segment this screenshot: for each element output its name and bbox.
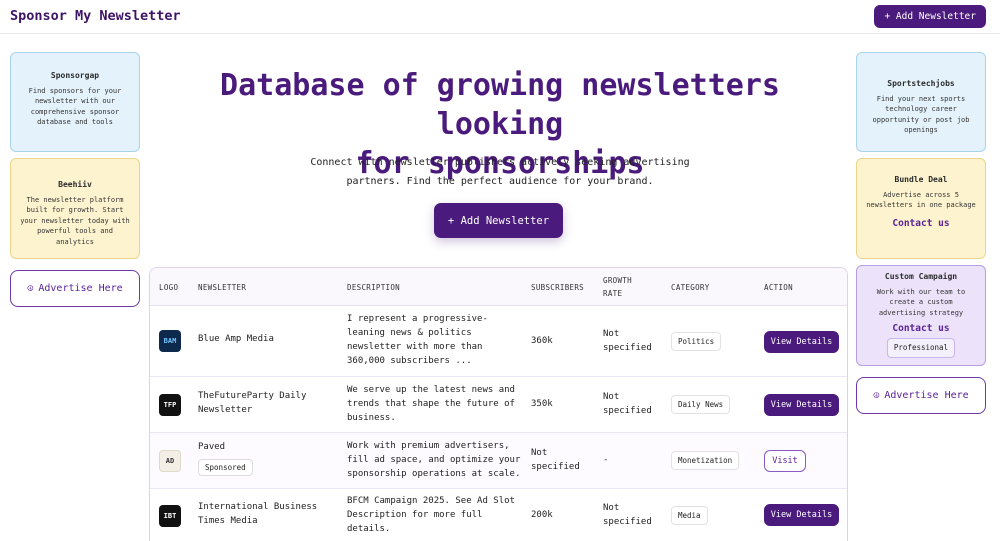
sponsor-card-custom-campaign[interactable]: Custom Campaign Work with our team to cr… [856, 265, 986, 366]
newsletter-description: BFCM Campaign 2025. See Ad Slot Descript… [347, 496, 515, 534]
newsletter-name: TheFutureParty Daily Newsletter [198, 391, 307, 415]
growth-rate: Not specified [603, 329, 652, 353]
advertise-label: Advertise Here [884, 390, 969, 401]
newsletter-description: We serve up the latest news and trends t… [347, 385, 515, 423]
visit-button[interactable]: Visit [764, 450, 806, 472]
card-title: Custom Campaign [884, 272, 958, 281]
top-navigation-bar: Sponsor My Newsletter + Add Newsletter [0, 0, 1000, 34]
view-details-button[interactable]: View Details [764, 394, 839, 416]
card-title: Bundle Deal [894, 175, 948, 184]
table-row: BAM Blue Amp Media I represent a progres… [150, 306, 847, 377]
right-advertise-here-button[interactable]: ☮ Advertise Here [856, 377, 986, 414]
newsletter-name: Blue Amp Media [198, 334, 274, 344]
page-subtitle-line2: partners. Find the perfect audience for … [346, 176, 654, 187]
card-description: Find your next sports technology career … [872, 94, 970, 135]
contact-us-link[interactable]: Contact us [865, 218, 977, 230]
table-row: AD Paved Sponsored Work with premium adv… [150, 433, 847, 489]
newsletter-name: International Business Times Media [198, 502, 318, 526]
card-description: Work with our team to create a custom ad… [876, 287, 966, 317]
column-header-action: ACTION [764, 283, 793, 292]
column-header-growth-rate: GROWTH RATE [603, 276, 632, 298]
contact-us-link[interactable]: Contact us [865, 323, 977, 335]
card-title: Beehiiv [58, 180, 92, 189]
column-header-subscribers: SUBSCRIBERS [531, 283, 584, 292]
newsletter-description: Work with premium advertisers, fill ad s… [347, 441, 521, 479]
subscriber-count: 200k [531, 510, 553, 520]
card-title: Sportstechjobs [887, 79, 955, 88]
megaphone-icon: ☮ [873, 390, 880, 401]
category-badge: Media [671, 506, 708, 525]
column-header-newsletter: NEWSLETTER [198, 283, 247, 292]
newsletter-logo: IBT [159, 505, 181, 527]
newsletter-logo: AD [159, 450, 181, 472]
view-details-button[interactable]: View Details [764, 504, 839, 526]
growth-rate: - [603, 455, 609, 465]
sponsored-badge: Sponsored [198, 459, 253, 476]
left-advertise-here-button[interactable]: ☮ Advertise Here [10, 270, 140, 307]
newsletter-name: Paved [198, 442, 226, 452]
category-badge: Monetization [671, 451, 740, 470]
card-title: Sponsorgap [50, 71, 100, 80]
sponsor-card-sponsorgap[interactable]: Sponsorgap Find sponsors for your newsle… [10, 52, 140, 152]
table-row: IBT International Business Times Media B… [150, 489, 847, 541]
sponsor-card-sportstechjobs[interactable]: Sportstechjobs Find your next sports tec… [856, 52, 986, 152]
site-brand[interactable]: Sponsor My Newsletter [10, 8, 181, 24]
advertise-label: Advertise Here [38, 283, 123, 294]
view-details-button[interactable]: View Details [764, 331, 839, 353]
card-description: The newsletter platform built for growth… [20, 195, 130, 246]
page-title-line1: Database of growing newsletters looking [220, 68, 780, 142]
column-header-description: DESCRIPTION [347, 283, 400, 292]
table-header: LOGO NEWSLETTER DESCRIPTION SUBSCRIBERS … [150, 268, 847, 306]
card-description: Find sponsors for your newsletter with o… [28, 86, 122, 127]
growth-rate: Not specified [603, 392, 652, 416]
megaphone-icon: ☮ [27, 283, 34, 294]
newsletter-logo: BAM [159, 330, 181, 352]
page-subtitle: Connect with newsletter publishers activ… [305, 153, 695, 191]
newsletter-logo: TFP [159, 394, 181, 416]
hero-add-newsletter-button[interactable]: + Add Newsletter [434, 203, 563, 238]
column-header-logo: LOGO [159, 283, 179, 292]
professional-badge: Professional [886, 337, 956, 358]
growth-rate: Not specified [603, 503, 652, 527]
table-row: TFP TheFutureParty Daily Newsletter We s… [150, 377, 847, 433]
subscriber-count: Not specified [531, 448, 580, 472]
newsletter-description: I represent a progressive- leaning news … [347, 314, 488, 366]
card-description: Advertise across 5 newsletters in one pa… [866, 190, 976, 210]
page-subtitle-line1: Connect with newsletter publishers activ… [310, 157, 690, 168]
subscriber-count: 350k [531, 399, 553, 409]
newsletter-table: LOGO NEWSLETTER DESCRIPTION SUBSCRIBERS … [149, 267, 848, 541]
column-header-category: CATEGORY [671, 283, 710, 292]
category-badge: Politics [671, 332, 722, 351]
sponsor-card-beehiiv[interactable]: Beehiiv The newsletter platform built fo… [10, 158, 140, 259]
subscriber-count: 360k [531, 336, 553, 346]
category-badge: Daily News [671, 395, 731, 414]
sponsor-card-bundle-deal[interactable]: Bundle Deal Advertise across 5 newslette… [856, 158, 986, 259]
header-add-newsletter-button[interactable]: + Add Newsletter [874, 5, 986, 28]
